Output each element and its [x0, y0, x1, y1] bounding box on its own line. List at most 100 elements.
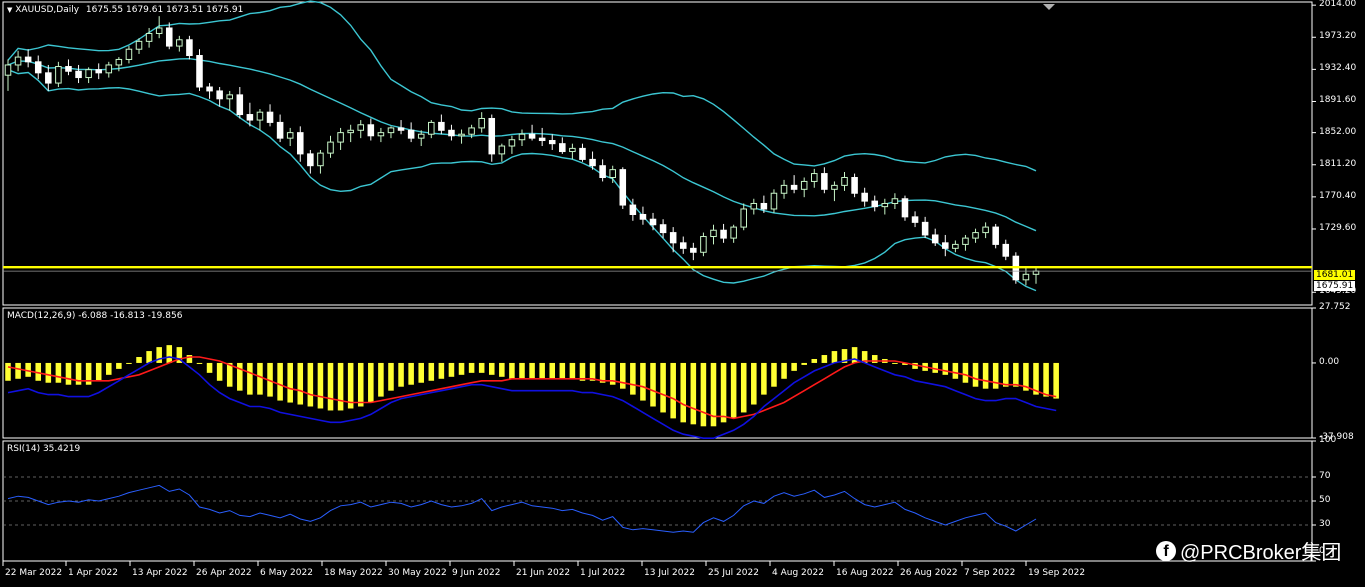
candle-body: [196, 55, 203, 88]
macd-bar: [972, 362, 979, 387]
macd-bar: [650, 362, 656, 407]
candle-body: [921, 221, 929, 236]
rsi-tick-label: 30: [1319, 519, 1331, 529]
candle-body: [811, 173, 818, 182]
candle-body: [528, 133, 536, 139]
candle-body: [962, 237, 969, 245]
candle-body: [85, 69, 92, 79]
macd-bar: [216, 362, 223, 381]
candle-body: [55, 66, 62, 84]
macd-bar: [529, 362, 535, 379]
candle-body: [75, 70, 82, 79]
macd-bar: [237, 362, 243, 391]
rsi-tick-label: 100: [1319, 435, 1337, 445]
macd-bar: [620, 362, 626, 389]
candle-body: [95, 69, 102, 74]
macd-bar: [388, 362, 394, 391]
rsi-label: RSI(14) 35.4219: [7, 444, 81, 454]
macd-bar: [680, 362, 687, 423]
macd-bar: [690, 362, 697, 425]
macd-bar: [952, 362, 959, 379]
candle-body: [579, 147, 586, 160]
horizontal-line[interactable]: [3, 266, 1312, 272]
hline-price-badge: 1681.01: [1314, 270, 1356, 280]
macd-bar: [751, 362, 757, 405]
candle-body: [317, 152, 324, 167]
candle-body: [246, 114, 254, 121]
candle-body: [972, 232, 979, 239]
price-tick-label: 1770.40: [1319, 190, 1357, 201]
date-tick-label: 19 Sep 2022: [1028, 568, 1086, 578]
macd-bar: [126, 362, 132, 364]
candle-body: [538, 137, 546, 142]
macd-bar: [65, 362, 72, 385]
macd-bar: [448, 362, 455, 377]
macd-bar: [831, 351, 838, 363]
candle-body: [1022, 273, 1030, 281]
candle-body: [750, 202, 758, 210]
macd-bar: [327, 362, 334, 411]
macd-bar: [1053, 362, 1059, 399]
macd-bar: [740, 362, 747, 413]
candle-body: [478, 117, 485, 129]
candle-body: [266, 111, 274, 123]
macd-bar: [196, 362, 203, 364]
macd-bar: [499, 362, 505, 377]
macd-bar: [297, 362, 304, 405]
candle-body: [155, 27, 163, 34]
candle-body: [952, 243, 959, 249]
candle-body: [992, 226, 999, 245]
candle-body: [599, 165, 606, 179]
facebook-icon: f: [1156, 540, 1176, 561]
candle-body: [790, 184, 798, 190]
candle-body: [669, 232, 677, 244]
macd-bar: [357, 362, 364, 407]
macd-tick-label: 0.00: [1319, 356, 1340, 367]
candle-body: [347, 129, 354, 134]
candle-body: [307, 153, 314, 167]
candle-body: [679, 242, 687, 249]
macd-bar: [247, 362, 253, 395]
price-panel-frame: [2, 1, 1313, 306]
candle-body: [65, 66, 72, 72]
candle-body: [518, 133, 526, 141]
symbol-title[interactable]: ▼ XAUUSD,Daily 1675.55 1679.61 1673.51 1…: [7, 5, 243, 15]
candle-body: [256, 111, 264, 121]
rsi-tick-label: 70: [1319, 471, 1331, 481]
macd-bar: [418, 362, 424, 383]
candle-body: [216, 90, 223, 100]
macd-bar: [116, 362, 122, 369]
candle-body: [548, 140, 556, 145]
macd-bar: [317, 362, 324, 409]
date-tick-label: 1 Apr 2022: [68, 568, 118, 578]
macd-bar: [368, 362, 374, 403]
candle-body: [942, 242, 949, 249]
date-tick-label: 26 Apr 2022: [196, 568, 252, 578]
candle-body: [911, 216, 919, 223]
candle-body: [286, 132, 294, 139]
candle-body: [14, 56, 22, 66]
candle-body: [397, 127, 405, 131]
candle-body: [931, 234, 939, 244]
macd-tick-label: 27.752: [1319, 302, 1351, 312]
chart-stage: [2, 0, 1316, 566]
candle-body: [649, 218, 657, 226]
scroll-marker-icon[interactable]: [1043, 4, 1055, 10]
candle-body: [740, 208, 747, 228]
macd-bar: [136, 357, 142, 363]
candle-body: [357, 124, 365, 131]
macd-bar: [257, 362, 263, 395]
level-lines: [3, 476, 1312, 526]
macd-bar: [630, 362, 636, 395]
macd-bar: [5, 362, 11, 381]
candle-body: [609, 169, 616, 179]
candle-body: [730, 226, 737, 239]
candle-body: [659, 224, 667, 234]
candle-body: [448, 129, 455, 137]
candle-body: [720, 229, 727, 239]
candle-body: [881, 202, 889, 208]
candle-body: [841, 177, 848, 186]
macd-bar: [640, 362, 646, 401]
macd-bar: [569, 362, 576, 379]
macd-bar: [106, 362, 112, 375]
